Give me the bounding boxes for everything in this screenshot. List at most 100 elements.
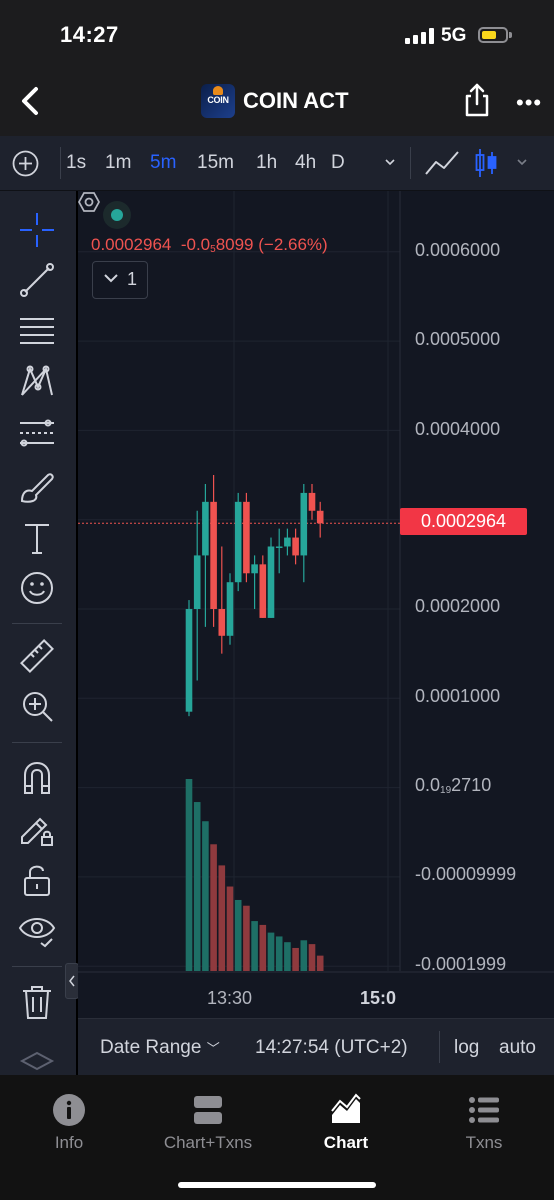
volume-bar [300,940,308,971]
collapse-toolbar-button[interactable] [65,963,79,999]
candle-body [234,501,242,583]
chart-area[interactable]: 0.0002964 -0.058099 (−2.66%) 1 0.0006000… [78,191,554,1018]
toolbar-divider [12,623,62,624]
candle-body [292,537,299,556]
auto-scale-toggle[interactable]: auto [499,1037,536,1059]
nav-bar: COIN COIN ACT ••• [0,70,554,136]
price-axis-label: 0.0006000 [415,240,501,260]
tab-info[interactable]: Info [4,1093,134,1153]
toolbar-divider [60,147,61,179]
interval-list: 1s 1m 5m 15m 1h 4h D [66,136,351,190]
volume-bar [218,865,226,971]
line-chart-icon[interactable] [424,148,460,178]
ruler-icon[interactable] [18,637,56,675]
fib-retracement-icon[interactable] [18,415,56,453]
eye-icon[interactable] [18,911,56,949]
trash-icon[interactable] [18,983,56,1021]
clock-timezone[interactable]: 14:27:54 (UTC+2) [255,1037,408,1059]
magnet-icon[interactable] [18,759,56,797]
unlock-icon[interactable] [18,861,56,899]
edit-lock-icon[interactable] [18,809,56,847]
volume-bar [226,886,234,971]
crosshair-icon[interactable] [18,211,56,249]
chart-toolbar: 1s 1m 5m 15m 1h 4h D [0,136,554,191]
date-range-button[interactable]: Date Range ﹀ [100,1037,220,1059]
status-bar: 14:27 5G [0,0,554,70]
back-icon[interactable] [16,84,46,118]
split-view-icon [194,1096,222,1124]
signal-icon [405,28,435,44]
current-price-tag: 0.0002964 [400,508,527,535]
volume-bar [185,779,193,971]
range-bar: Date Range ﹀ 14:27:54 (UTC+2) log auto [78,1018,554,1076]
home-indicator[interactable] [178,1182,376,1188]
market-status-icon [103,201,131,229]
candlestick-icon[interactable] [474,146,498,180]
add-indicator-icon[interactable] [12,150,39,177]
emoji-icon[interactable] [18,569,56,607]
battery-icon [478,27,512,43]
more-options-icon[interactable]: ••• [516,90,542,116]
candle-body [275,546,283,548]
candle-body [226,582,234,636]
price-axis-label-zero: 0.0192710 [415,775,492,796]
settings-icon[interactable] [78,191,100,213]
volume-bar [308,944,316,971]
volume-bar [267,932,275,971]
share-icon[interactable] [462,82,492,118]
volume-bar [251,921,258,971]
network-type: 5G [441,25,467,46]
price-axis-label: -0.00009999 [415,864,517,884]
price-axis-label: 0.0002000 [415,596,501,616]
chevron-down-icon[interactable] [516,156,528,168]
price-axis-label: -0.0001999 [415,954,507,974]
chevron-down-icon [104,274,118,283]
interval-15m[interactable]: 15m [197,152,256,174]
interval-4h[interactable]: 4h [295,152,331,174]
brush-icon[interactable] [18,467,56,505]
chevron-down-icon: ﹀ [206,1041,220,1056]
legend-change: -0.058099 (−2.66%) [180,235,328,255]
chevron-down-icon[interactable] [384,156,396,168]
interval-1s[interactable]: 1s [66,152,105,174]
interval-5m[interactable]: 5m [150,152,197,174]
volume-bar [202,821,209,971]
tab-txns[interactable]: Txns [419,1093,549,1153]
pattern-icon[interactable] [18,363,56,401]
legend-price: 0.0002964 [91,235,172,254]
volume-bar [275,936,283,971]
horizontal-lines-icon[interactable] [18,311,56,349]
tab-chart[interactable]: Chart [281,1093,411,1153]
time-axis-label: 13:30 [207,988,253,1008]
volume-bar [243,905,250,971]
candle-body [267,546,275,618]
log-scale-toggle[interactable]: log [454,1037,479,1059]
interval-1h[interactable]: 1h [256,152,295,174]
candle-body [316,510,324,524]
candle-body [218,609,226,636]
indicator-count: 1 [127,269,138,289]
drawing-toolbar [0,191,76,1075]
coin-logo: COIN [201,84,235,118]
status-time: 14:27 [60,22,119,47]
interval-1m[interactable]: 1m [105,152,150,174]
trend-line-icon[interactable] [18,261,56,299]
interval-d[interactable]: D [331,152,351,174]
indicators-collapse-button[interactable]: 1 [92,261,148,299]
candle-body [300,492,308,556]
candle-body [193,555,201,609]
candle-body [202,501,209,556]
candle-body [185,609,193,712]
tab-chart-txns[interactable]: Chart+Txns [143,1093,273,1153]
text-tool-icon[interactable] [18,519,56,557]
zoom-in-icon[interactable] [18,687,56,725]
info-icon [53,1094,85,1126]
candle-body [251,564,258,574]
area-chart-icon [331,1093,361,1123]
candle-body [284,537,291,547]
time-axis-label: 15:0 [360,988,397,1008]
candle-body [308,492,316,511]
divider [439,1031,440,1063]
price-axis-label: 0.0005000 [415,329,501,349]
price-legend: 0.0002964 -0.058099 (−2.66%) [91,235,328,255]
